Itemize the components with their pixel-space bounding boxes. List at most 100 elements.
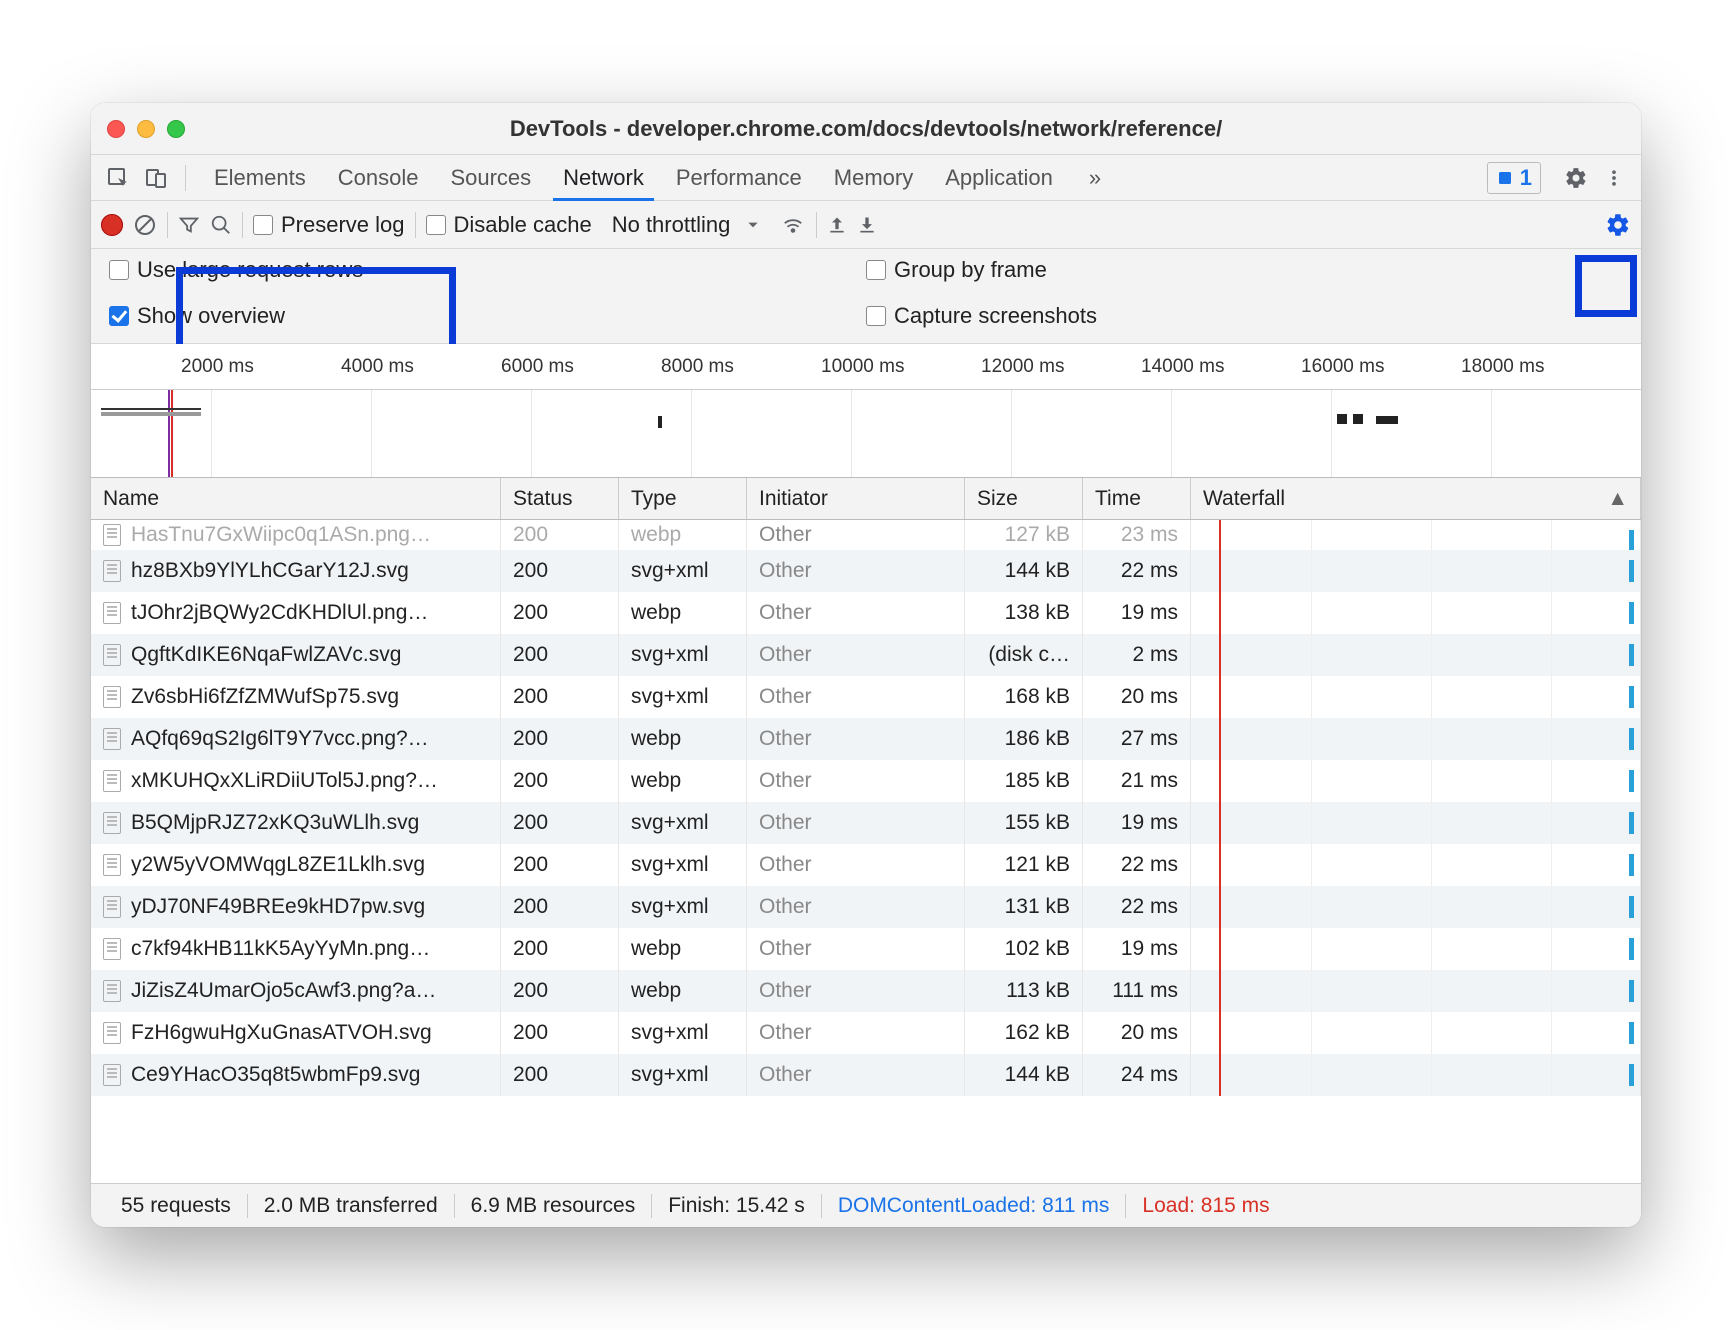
ruler-tick: 4000 ms xyxy=(341,356,414,378)
divider xyxy=(415,212,416,238)
cell-time: 23 ms xyxy=(1083,520,1191,550)
group-by-frame-checkbox[interactable]: Group by frame xyxy=(866,257,1623,283)
devtools-window: DevTools - developer.chrome.com/docs/dev… xyxy=(91,103,1641,1227)
tab-sources[interactable]: Sources xyxy=(434,155,547,200)
window-title: DevTools - developer.chrome.com/docs/dev… xyxy=(91,116,1641,142)
table-row[interactable]: JiZisZ4UmarOjo5cAwf3.png?a…200webpOther1… xyxy=(91,970,1641,1012)
cell-status: 200 xyxy=(501,676,619,718)
tab-network[interactable]: Network xyxy=(547,155,660,200)
cell-type: svg+xml xyxy=(619,550,747,592)
table-row[interactable]: HasTnu7GxWiipc0q1ASn.png…200webpOther127… xyxy=(91,520,1641,550)
throttling-select[interactable]: No throttling xyxy=(602,212,771,238)
network-settings-icon[interactable] xyxy=(1605,212,1631,238)
table-row[interactable]: y2W5yVOMWqgL8ZE1Lklh.svg200svg+xmlOther1… xyxy=(91,844,1641,886)
preserve-log-checkbox[interactable]: Preserve log xyxy=(253,212,405,238)
network-table-body: HasTnu7GxWiipc0q1ASn.png…200webpOther127… xyxy=(91,520,1641,1183)
cell-name: tJOhr2jBQWy2CdKHDlUl.png… xyxy=(131,601,428,625)
timeline-ruler[interactable]: 2000 ms4000 ms6000 ms8000 ms10000 ms1200… xyxy=(91,344,1641,390)
clear-icon[interactable] xyxy=(133,213,157,237)
tab-memory[interactable]: Memory xyxy=(818,155,929,200)
network-toolbar: Preserve log Disable cache No throttling xyxy=(91,201,1641,249)
cell-name: JiZisZ4UmarOjo5cAwf3.png?a… xyxy=(131,979,436,1003)
cell-size: 138 kB xyxy=(965,592,1083,634)
table-row[interactable]: yDJ70NF49BREe9kHD7pw.svg200svg+xmlOther1… xyxy=(91,886,1641,928)
ruler-tick: 14000 ms xyxy=(1141,356,1224,378)
table-row[interactable]: AQfq69qS2Ig6lT9Y7vcc.png?…200webpOther18… xyxy=(91,718,1641,760)
filter-icon[interactable] xyxy=(178,214,200,236)
cell-waterfall xyxy=(1191,634,1641,676)
search-icon[interactable] xyxy=(210,214,232,236)
table-row[interactable]: QgftKdIKE6NqaFwlZAVc.svg200svg+xmlOther(… xyxy=(91,634,1641,676)
cell-name: hz8BXb9YlYLhCGarY12J.svg xyxy=(131,559,409,583)
table-row[interactable]: B5QMjpRJZ72xKQ3uWLlh.svg200svg+xmlOther1… xyxy=(91,802,1641,844)
cell-time: 20 ms xyxy=(1083,676,1191,718)
cell-size: 131 kB xyxy=(965,886,1083,928)
cell-initiator: Other xyxy=(747,1054,965,1096)
col-status[interactable]: Status xyxy=(501,478,619,519)
cell-time: 19 ms xyxy=(1083,802,1191,844)
col-type[interactable]: Type xyxy=(619,478,747,519)
cell-size: 186 kB xyxy=(965,718,1083,760)
tab-console[interactable]: Console xyxy=(322,155,435,200)
cell-type: svg+xml xyxy=(619,1012,747,1054)
table-row[interactable]: xMKUHQxXLiRDiiUTol5J.png?…200webpOther18… xyxy=(91,760,1641,802)
cell-status: 200 xyxy=(501,1054,619,1096)
tab-performance[interactable]: Performance xyxy=(660,155,818,200)
close-window-button[interactable] xyxy=(107,120,125,138)
table-row[interactable]: c7kf94kHB11kK5AyYyMn.png…200webpOther102… xyxy=(91,928,1641,970)
cell-initiator: Other xyxy=(747,928,965,970)
cell-status: 200 xyxy=(501,802,619,844)
timeline-overview[interactable] xyxy=(91,390,1641,478)
import-har-icon[interactable] xyxy=(827,214,847,236)
cell-type: webp xyxy=(619,760,747,802)
tab-application[interactable]: Application xyxy=(929,155,1069,200)
col-initiator[interactable]: Initiator xyxy=(747,478,965,519)
file-icon xyxy=(103,812,121,834)
cell-name: y2W5yVOMWqgL8ZE1Lklh.svg xyxy=(131,853,425,877)
record-button[interactable] xyxy=(101,214,123,236)
cell-waterfall xyxy=(1191,802,1641,844)
table-row[interactable]: Ce9YHacO35q8t5wbmFp9.svg200svg+xmlOther1… xyxy=(91,1054,1641,1096)
disable-cache-checkbox[interactable]: Disable cache xyxy=(426,212,592,238)
export-har-icon[interactable] xyxy=(857,214,877,236)
cell-name: Zv6sbHi6fZfZMWufSp75.svg xyxy=(131,685,399,709)
show-overview-checkbox[interactable]: Show overview xyxy=(109,303,866,329)
cell-status: 200 xyxy=(501,970,619,1012)
tab-elements[interactable]: Elements xyxy=(198,155,322,200)
cell-size: 168 kB xyxy=(965,676,1083,718)
divider xyxy=(816,212,817,238)
device-toggle-icon[interactable] xyxy=(139,161,173,195)
table-row[interactable]: Zv6sbHi6fZfZMWufSp75.svg200svg+xmlOther1… xyxy=(91,676,1641,718)
table-row[interactable]: FzH6gwuHgXuGnasATVOH.svg200svg+xmlOther1… xyxy=(91,1012,1641,1054)
file-icon xyxy=(103,770,121,792)
divider xyxy=(185,165,186,191)
use-large-rows-checkbox[interactable]: Use large request rows xyxy=(109,257,866,283)
network-conditions-icon[interactable] xyxy=(780,214,806,236)
cell-status: 200 xyxy=(501,760,619,802)
cell-time: 2 ms xyxy=(1083,634,1191,676)
table-row[interactable]: tJOhr2jBQWy2CdKHDlUl.png…200webpOther138… xyxy=(91,592,1641,634)
issues-badge[interactable]: 1 xyxy=(1487,162,1541,194)
tab-more[interactable]: » xyxy=(1073,155,1117,200)
table-row[interactable]: hz8BXb9YlYLhCGarY12J.svg200svg+xmlOther1… xyxy=(91,550,1641,592)
settings-icon[interactable] xyxy=(1559,161,1593,195)
cell-waterfall xyxy=(1191,760,1641,802)
cell-waterfall xyxy=(1191,592,1641,634)
group-frame-label: Group by frame xyxy=(894,257,1047,283)
col-name[interactable]: Name xyxy=(91,478,501,519)
zoom-window-button[interactable] xyxy=(167,120,185,138)
file-icon xyxy=(103,896,121,918)
cell-time: 21 ms xyxy=(1083,760,1191,802)
cell-initiator: Other xyxy=(747,802,965,844)
cell-size: 144 kB xyxy=(965,550,1083,592)
capture-screenshots-checkbox[interactable]: Capture screenshots xyxy=(866,303,1623,329)
inspect-element-icon[interactable] xyxy=(101,161,135,195)
cell-waterfall xyxy=(1191,1054,1641,1096)
col-size[interactable]: Size xyxy=(965,478,1083,519)
minimize-window-button[interactable] xyxy=(137,120,155,138)
ruler-tick: 10000 ms xyxy=(821,356,904,378)
kebab-menu-icon[interactable] xyxy=(1597,161,1631,195)
cell-initiator: Other xyxy=(747,520,965,550)
col-time[interactable]: Time xyxy=(1083,478,1191,519)
col-waterfall[interactable]: Waterfall▲ xyxy=(1191,478,1641,519)
